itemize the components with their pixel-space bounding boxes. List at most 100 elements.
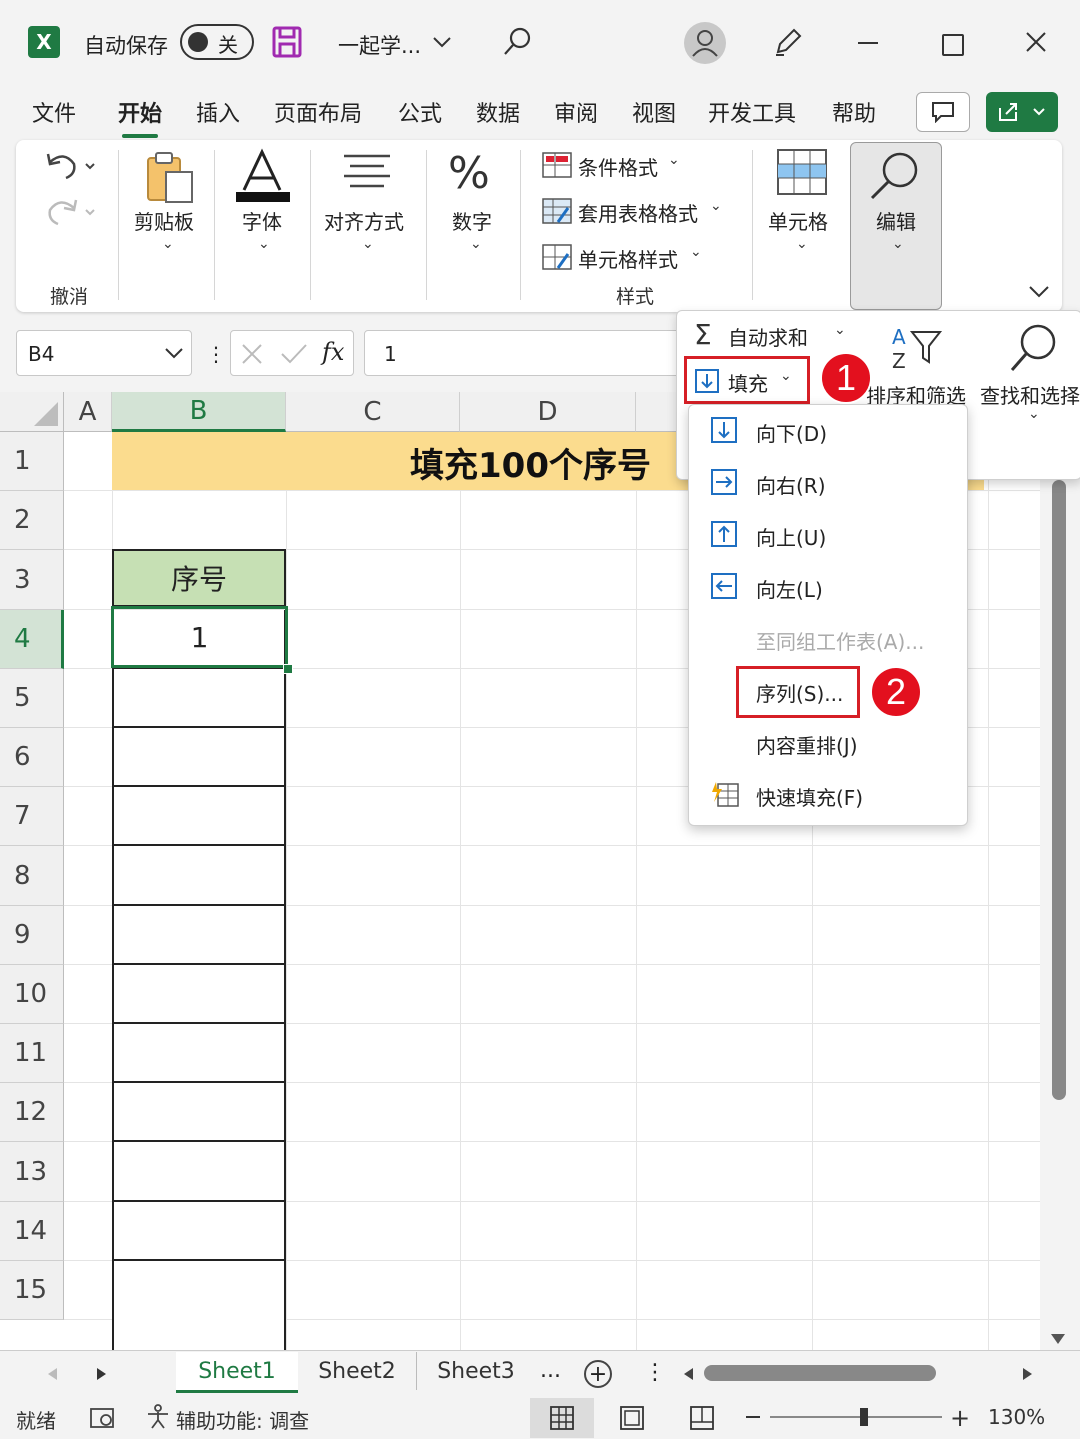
row-header-8[interactable]: 8	[0, 846, 64, 906]
chevron-down-icon[interactable]: ⌄	[710, 198, 722, 214]
column-header-a[interactable]: A	[64, 392, 112, 432]
row-header-13[interactable]: 13	[0, 1142, 64, 1202]
cells-icon[interactable]	[776, 148, 828, 200]
header-cell-serial[interactable]: 序号	[112, 549, 286, 607]
chevron-down-icon[interactable]: ⌄	[834, 322, 846, 338]
find-select-button[interactable]: 查找和选择	[980, 380, 1080, 409]
share-button[interactable]	[986, 92, 1058, 132]
normal-view-icon[interactable]	[550, 1406, 574, 1434]
sheet-tab-1[interactable]: Sheet1	[176, 1352, 298, 1393]
menu-item-flash-fill[interactable]: 快速填充(F)	[756, 782, 863, 811]
fill-handle[interactable]	[283, 664, 293, 674]
add-sheet-icon[interactable]: +	[584, 1360, 612, 1388]
tab-review[interactable]: 审阅	[554, 96, 598, 130]
row-header-9[interactable]: 9	[0, 906, 64, 965]
font-icon[interactable]	[234, 148, 294, 208]
chevron-down-icon[interactable]	[164, 346, 184, 365]
chevron-down-icon[interactable]: ⌄	[668, 152, 680, 168]
row-header-10[interactable]: 10	[0, 965, 64, 1024]
clipboard-label[interactable]: 剪贴板	[134, 206, 194, 235]
cell-b9[interactable]	[112, 906, 286, 965]
chevron-down-icon[interactable]: ⌄	[796, 236, 808, 252]
cancel-icon[interactable]	[240, 342, 264, 370]
comments-button[interactable]	[916, 92, 970, 132]
sheet-tab-2[interactable]: Sheet2	[298, 1352, 417, 1390]
close-icon[interactable]	[1024, 30, 1048, 58]
horizontal-scroll-thumb[interactable]	[704, 1365, 936, 1381]
column-header-d[interactable]: D	[460, 392, 636, 432]
tab-view[interactable]: 视图	[632, 96, 676, 130]
cell-b14[interactable]	[112, 1202, 286, 1261]
zoom-out-icon[interactable]	[746, 1416, 760, 1418]
cell-b15[interactable]	[112, 1261, 286, 1360]
accessibility-icon[interactable]	[146, 1404, 174, 1434]
row-header-12[interactable]: 12	[0, 1083, 64, 1142]
cell-b8[interactable]	[112, 846, 286, 906]
zoom-level[interactable]: 130%	[988, 1405, 1045, 1429]
alignment-label[interactable]: 对齐方式	[324, 206, 404, 235]
number-label[interactable]: 数字	[452, 206, 492, 235]
chevron-down-icon[interactable]: ⌄	[362, 236, 374, 252]
menu-item-fill-left[interactable]: 向左(L)	[756, 574, 823, 603]
menu-item-justify[interactable]: 内容重排(J)	[756, 730, 858, 759]
row-header-1[interactable]: 1	[0, 432, 64, 491]
cell-b10[interactable]	[112, 965, 286, 1024]
tab-home[interactable]: 开始	[118, 96, 162, 138]
maximize-icon[interactable]	[942, 34, 964, 56]
active-cell-b4[interactable]: 1	[111, 606, 288, 668]
minimize-icon[interactable]	[858, 42, 878, 44]
sheet-tab-3[interactable]: Sheet3	[418, 1352, 534, 1390]
column-header-c[interactable]: C	[286, 392, 460, 432]
cell-style-icon[interactable]	[542, 244, 572, 274]
tab-page-layout[interactable]: 页面布局	[274, 96, 362, 130]
row-header-4[interactable]: 4	[0, 610, 64, 669]
row-header-3[interactable]: 3	[0, 550, 64, 610]
prev-sheet-icon[interactable]	[46, 1366, 58, 1385]
zoom-in-icon[interactable]: +	[950, 1404, 970, 1432]
row-header-5[interactable]: 5	[0, 669, 64, 728]
cell-b7[interactable]	[112, 787, 286, 846]
save-icon[interactable]	[272, 26, 302, 58]
tab-insert[interactable]: 插入	[196, 96, 240, 130]
row-header-15[interactable]: 15	[0, 1261, 64, 1320]
search-icon[interactable]	[502, 26, 532, 62]
column-header-b[interactable]: B	[112, 392, 286, 432]
scroll-down-icon[interactable]	[1050, 1330, 1066, 1349]
undo-icon[interactable]	[42, 148, 102, 186]
cells-label[interactable]: 单元格	[768, 206, 828, 235]
chevron-down-icon[interactable]: ⌄	[690, 244, 702, 260]
cell-style-label[interactable]: 单元格样式	[578, 244, 678, 273]
autosum-button[interactable]: 自动求和	[728, 322, 808, 351]
document-name[interactable]: 一起学...	[338, 30, 421, 60]
page-layout-view-icon[interactable]	[620, 1406, 644, 1434]
chevron-down-icon[interactable]: ⌄	[470, 236, 482, 252]
menu-item-fill-right[interactable]: 向右(R)	[756, 470, 826, 499]
insert-function-icon[interactable]: fx	[322, 338, 344, 366]
vertical-scroll-thumb[interactable]	[1052, 480, 1066, 1100]
table-format-label[interactable]: 套用表格格式	[578, 198, 698, 227]
page-break-view-icon[interactable]	[690, 1406, 714, 1434]
accessibility-status[interactable]: 辅助功能: 调查	[176, 1405, 309, 1434]
ribbon-collapse-icon[interactable]	[1028, 284, 1050, 303]
formula-bar-grip-icon[interactable]: ⋮	[206, 342, 226, 366]
cell-b13[interactable]	[112, 1142, 286, 1202]
chevron-down-icon[interactable]: ⌄	[258, 236, 270, 252]
menu-item-fill-down[interactable]: 向下(D)	[756, 418, 827, 447]
conditional-format-label[interactable]: 条件格式	[578, 152, 658, 181]
pen-icon[interactable]	[772, 26, 804, 62]
chevron-down-icon[interactable]	[432, 34, 452, 53]
row-header-7[interactable]: 7	[0, 787, 64, 846]
avatar[interactable]	[684, 22, 726, 64]
row-header-14[interactable]: 14	[0, 1202, 64, 1261]
font-label[interactable]: 字体	[242, 206, 282, 235]
align-icon[interactable]	[340, 152, 394, 200]
redo-icon[interactable]	[42, 194, 102, 232]
macro-record-icon[interactable]	[90, 1406, 116, 1434]
row-header-6[interactable]: 6	[0, 728, 64, 787]
table-format-icon[interactable]	[542, 198, 572, 228]
cell-b12[interactable]	[112, 1083, 286, 1142]
cell-b6[interactable]	[112, 728, 286, 787]
scroll-left-icon[interactable]	[682, 1366, 694, 1385]
chevron-down-icon[interactable]: ⌄	[162, 236, 174, 252]
clipboard-icon[interactable]	[144, 150, 196, 208]
